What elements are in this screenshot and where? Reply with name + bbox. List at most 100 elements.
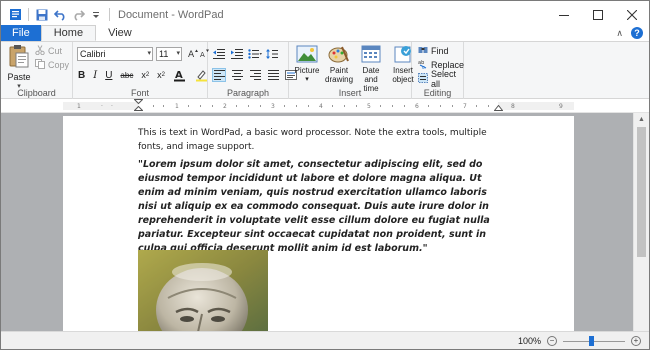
paragraph-row-1 (212, 47, 280, 61)
right-indent-marker[interactable] (494, 105, 503, 111)
svg-text:·: · (101, 103, 103, 110)
svg-text:c: c (422, 65, 425, 69)
subscript-icon[interactable]: x2 (141, 68, 149, 82)
justify-icon[interactable] (266, 68, 280, 82)
wordpad-app-icon[interactable] (8, 8, 22, 22)
paste-button[interactable]: Paste ▾ (5, 44, 33, 90)
italic-icon[interactable]: I (93, 68, 97, 82)
intro-paragraph[interactable]: This is text in WordPad, a basic word pr… (138, 126, 498, 154)
paragraph-group: Paragraph (208, 42, 297, 100)
find-button[interactable]: Find (418, 45, 464, 56)
zoom-slider[interactable] (563, 335, 625, 346)
date-time-label-line1: Date and (362, 66, 380, 84)
paint-palette-icon (328, 44, 350, 64)
zoom-out-icon[interactable]: − (547, 335, 557, 346)
highlight-color-icon[interactable] (195, 68, 209, 82)
scroll-up-icon[interactable]: ▲ (634, 113, 649, 125)
svg-text:A: A (175, 70, 183, 81)
increase-indent-icon[interactable] (230, 47, 244, 61)
insert-group-label: Insert (338, 88, 362, 98)
help-area: ∧ ? (616, 25, 643, 41)
decrease-indent-icon[interactable] (212, 47, 226, 61)
strikethrough-icon[interactable]: abc (120, 68, 133, 82)
chevron-down-icon: ▾ (147, 50, 151, 57)
insert-picture-button[interactable]: Picture ▾ (293, 44, 321, 93)
zoom-in-icon[interactable]: + (631, 335, 641, 346)
ribbon-tabs: File Home View ∧ ? (1, 25, 649, 41)
underline-icon[interactable]: U (105, 68, 112, 82)
font-row-1: Calibri ▾ 11 ▾ A A (77, 47, 209, 61)
text-color-icon[interactable]: A (173, 68, 187, 82)
align-center-icon[interactable] (230, 68, 244, 82)
help-icon[interactable]: ? (631, 27, 643, 39)
font-size-value: 11 (159, 49, 169, 59)
clipboard-small-buttons: Cut Copy (35, 45, 69, 71)
editing-group: Find ab c Replace Select all Editing (412, 42, 464, 100)
select-all-button[interactable]: Select all (418, 69, 464, 89)
date-time-button[interactable]: Date and time (357, 44, 385, 93)
title-bar: Document - WordPad (1, 1, 649, 28)
tab-view[interactable]: View (96, 25, 144, 41)
font-family-select[interactable]: Calibri ▾ (77, 47, 153, 61)
paint-drawing-button[interactable]: Paint drawing (325, 44, 353, 93)
line-spacing-icon[interactable] (266, 47, 280, 61)
save-icon[interactable] (35, 8, 49, 22)
bullet-list-icon[interactable] (248, 47, 262, 61)
find-label: Find (431, 45, 449, 56)
cut-label: Cut (48, 46, 63, 56)
svg-text:5: 5 (367, 103, 371, 110)
align-right-icon[interactable] (248, 68, 262, 82)
minimize-icon[interactable] (547, 1, 581, 28)
find-icon (418, 45, 428, 57)
cut-button[interactable]: Cut (35, 45, 69, 57)
cut-icon (35, 45, 45, 57)
window-controls (547, 1, 649, 28)
svg-text:A: A (188, 50, 195, 58)
left-indent-marker[interactable] (134, 99, 143, 111)
undo-icon[interactable] (53, 8, 67, 22)
editing-group-label: Editing (423, 88, 452, 98)
font-family-value: Calibri (80, 49, 106, 59)
ruler-bar: 1 · · 1 2 3 4 5 6 7 8 9 (1, 99, 649, 113)
font-group: Calibri ▾ 11 ▾ A A B I U abc x2 x2 A Fon… (73, 42, 209, 100)
select-all-icon (418, 72, 428, 85)
status-bar: 100% − + (1, 331, 649, 349)
insert-object-label-line2: object (392, 75, 414, 84)
align-left-icon[interactable] (212, 68, 226, 82)
tab-home[interactable]: Home (40, 25, 97, 41)
font-grow-shrink: A A (188, 47, 209, 61)
svg-text:7: 7 (463, 103, 467, 110)
superscript-icon[interactable]: x2 (157, 68, 165, 82)
svg-text:4: 4 (319, 103, 323, 110)
bust-photo[interactable] (138, 250, 268, 331)
copy-button[interactable]: Copy (35, 59, 69, 71)
customize-quick-access-icon[interactable] (89, 8, 103, 22)
font-size-select[interactable]: 11 ▾ (156, 47, 182, 61)
zoom-slider-knob[interactable] (589, 335, 594, 346)
separator (28, 8, 29, 21)
redo-icon[interactable] (71, 8, 85, 22)
document-page[interactable]: This is text in WordPad, a basic word pr… (63, 116, 574, 331)
picture-label: Picture (294, 66, 320, 75)
zoom-slider-track (563, 340, 625, 342)
separator (109, 8, 110, 21)
collapse-ribbon-icon[interactable]: ∧ (616, 28, 623, 39)
vertical-scrollbar[interactable]: ▲ (633, 113, 649, 331)
ruler[interactable]: 1 · · 1 2 3 4 5 6 7 8 9 (63, 99, 574, 111)
paste-label: Paste (7, 72, 31, 82)
document-area[interactable]: This is text in WordPad, a basic word pr… (1, 113, 633, 331)
scrollbar-thumb[interactable] (637, 127, 646, 257)
clipboard-group-label: Clipboard (17, 88, 56, 98)
bold-icon[interactable]: B (78, 68, 85, 82)
svg-text:1: 1 (175, 103, 179, 110)
zoom-level: 100% (517, 335, 541, 346)
grow-font-icon[interactable]: A (188, 48, 198, 61)
svg-text:A: A (200, 51, 205, 58)
picture-icon (296, 44, 318, 64)
maximize-icon[interactable] (581, 1, 615, 28)
select-all-label: Select all (431, 68, 457, 89)
lorem-ipsum-quote[interactable]: "Lorem ipsum dolor sit amet, consectetur… (138, 158, 508, 256)
close-icon[interactable] (615, 1, 649, 28)
tab-file[interactable]: File (1, 25, 41, 41)
paint-label-line1: Paint (329, 66, 349, 75)
